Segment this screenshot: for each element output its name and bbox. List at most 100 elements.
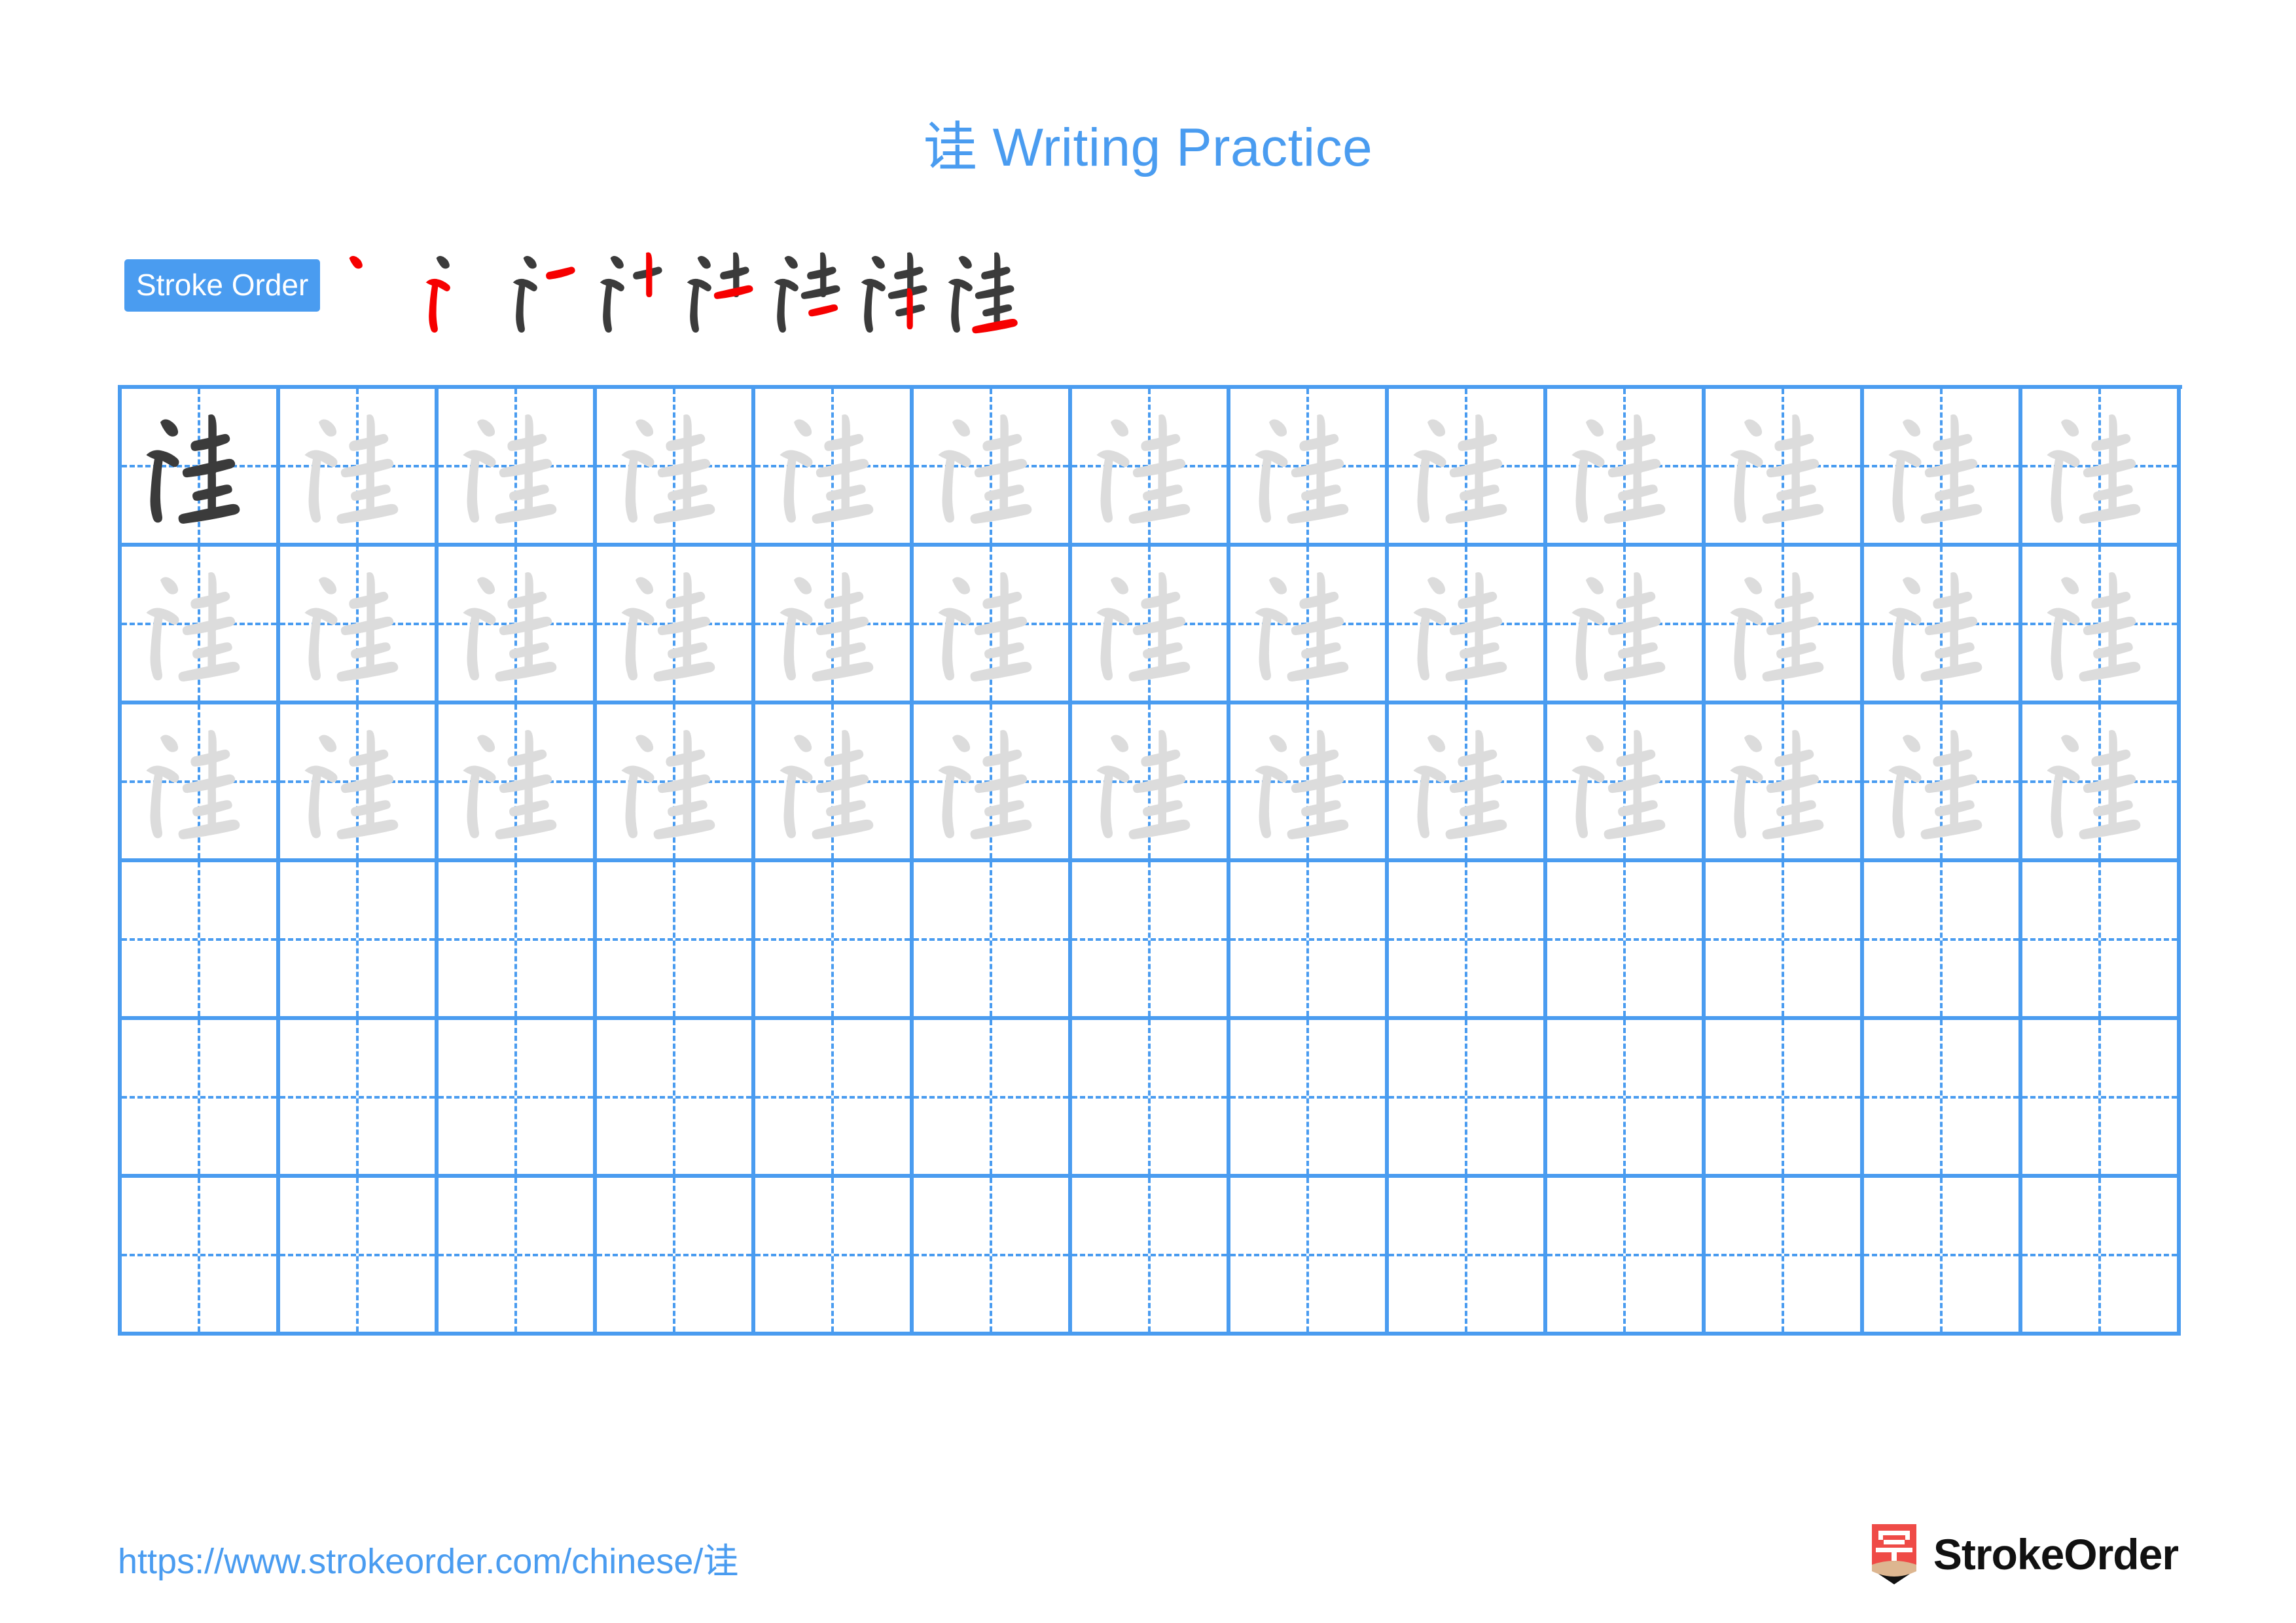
practice-cell[interactable]: [2022, 704, 2181, 862]
practice-cell[interactable]: [1706, 1020, 1864, 1178]
character-trace: [280, 389, 435, 543]
practice-cell[interactable]: [1864, 389, 2022, 547]
practice-cell[interactable]: [1547, 1178, 1706, 1336]
practice-cell[interactable]: [2022, 389, 2181, 547]
practice-cell[interactable]: [280, 862, 439, 1020]
practice-cell[interactable]: [597, 704, 755, 862]
practice-cell[interactable]: [1547, 547, 1706, 704]
practice-cell[interactable]: [1230, 1178, 1389, 1336]
practice-cell[interactable]: [1547, 389, 1706, 547]
practice-cell[interactable]: [122, 704, 280, 862]
practice-cell[interactable]: [914, 1178, 1072, 1336]
character-trace: [597, 704, 751, 858]
practice-cell[interactable]: [1389, 704, 1547, 862]
practice-cell[interactable]: [1706, 547, 1864, 704]
practice-cell[interactable]: [1072, 1020, 1230, 1178]
practice-cell[interactable]: [280, 1020, 439, 1178]
practice-cell[interactable]: [439, 862, 597, 1020]
practice-cell[interactable]: [597, 1178, 755, 1336]
practice-cell[interactable]: [597, 1020, 755, 1178]
practice-cell[interactable]: [597, 547, 755, 704]
practice-cell[interactable]: [1230, 862, 1389, 1020]
practice-cell[interactable]: [439, 1020, 597, 1178]
practice-cell[interactable]: [914, 389, 1072, 547]
stroke-step-2: [422, 245, 509, 337]
practice-cell[interactable]: [755, 704, 914, 862]
practice-cell[interactable]: [1389, 547, 1547, 704]
practice-cell[interactable]: [122, 862, 280, 1020]
character-trace: [914, 547, 1068, 701]
practice-cell[interactable]: [1864, 1178, 2022, 1336]
pencil-logo-icon: [1871, 1524, 1916, 1584]
practice-cell[interactable]: [914, 704, 1072, 862]
practice-cell[interactable]: [122, 547, 280, 704]
practice-cell[interactable]: [122, 389, 280, 547]
practice-cell[interactable]: [1864, 1020, 2022, 1178]
practice-cell[interactable]: [597, 389, 755, 547]
practice-cell[interactable]: [597, 862, 755, 1020]
footer-url[interactable]: https://www.strokeorder.com/chinese/诖: [118, 1532, 738, 1584]
practice-cell[interactable]: [280, 704, 439, 862]
practice-cell[interactable]: [2022, 547, 2181, 704]
practice-cell[interactable]: [1864, 547, 2022, 704]
practice-cell[interactable]: [1706, 389, 1864, 547]
character-trace: [755, 547, 910, 701]
practice-cell[interactable]: [914, 1020, 1072, 1178]
practice-cell[interactable]: [122, 1020, 280, 1178]
practice-cell[interactable]: [1072, 389, 1230, 547]
character-trace: [597, 547, 751, 701]
practice-cell[interactable]: [1230, 704, 1389, 862]
practice-cell[interactable]: [1864, 862, 2022, 1020]
practice-cell[interactable]: [1547, 862, 1706, 1020]
practice-cell[interactable]: [439, 704, 597, 862]
practice-cell[interactable]: [280, 547, 439, 704]
practice-cell[interactable]: [439, 1178, 597, 1336]
practice-cell[interactable]: [2022, 1020, 2181, 1178]
grid-row: [122, 862, 2182, 1020]
practice-cell[interactable]: [1547, 704, 1706, 862]
practice-cell[interactable]: [439, 547, 597, 704]
practice-cell[interactable]: [755, 389, 914, 547]
practice-cell[interactable]: [1072, 862, 1230, 1020]
practice-cell[interactable]: [280, 1178, 439, 1336]
grid-row: [122, 704, 2182, 862]
practice-cell[interactable]: [2022, 1178, 2181, 1336]
character-trace: [439, 547, 593, 701]
character-trace: [1706, 704, 1860, 858]
practice-cell[interactable]: [755, 1178, 914, 1336]
practice-cell[interactable]: [755, 547, 914, 704]
practice-cell[interactable]: [2022, 862, 2181, 1020]
practice-cell[interactable]: [122, 1178, 280, 1336]
practice-cell[interactable]: [755, 862, 914, 1020]
practice-cell[interactable]: [1706, 704, 1864, 862]
practice-cell[interactable]: [439, 389, 597, 547]
practice-cell[interactable]: [755, 1020, 914, 1178]
practice-cell[interactable]: [280, 389, 439, 547]
stroke-step-1: [334, 245, 422, 337]
practice-cell[interactable]: [1547, 1020, 1706, 1178]
practice-cell[interactable]: [1230, 547, 1389, 704]
practice-cell[interactable]: [1389, 1020, 1547, 1178]
practice-grid: [118, 385, 2182, 1336]
practice-cell[interactable]: [914, 547, 1072, 704]
practice-cell[interactable]: [1072, 547, 1230, 704]
practice-cell[interactable]: [1389, 389, 1547, 547]
practice-cell[interactable]: [1389, 1178, 1547, 1336]
practice-cell[interactable]: [1389, 862, 1547, 1020]
practice-cell[interactable]: [1072, 1178, 1230, 1336]
character-trace: [1547, 389, 1702, 543]
grid-row: [122, 547, 2182, 704]
practice-cell[interactable]: [1230, 389, 1389, 547]
practice-cell[interactable]: [1072, 704, 1230, 862]
practice-cell[interactable]: [1706, 1178, 1864, 1336]
character-trace: [1547, 704, 1702, 858]
character-trace: [914, 704, 1068, 858]
practice-cell[interactable]: [1230, 1020, 1389, 1178]
character-trace: [280, 547, 435, 701]
character-trace: [755, 704, 910, 858]
practice-cell[interactable]: [1864, 704, 2022, 862]
practice-cell[interactable]: [1706, 862, 1864, 1020]
practice-cell[interactable]: [914, 862, 1072, 1020]
grid-row: [122, 1020, 2182, 1178]
character-trace: [1072, 389, 1227, 543]
